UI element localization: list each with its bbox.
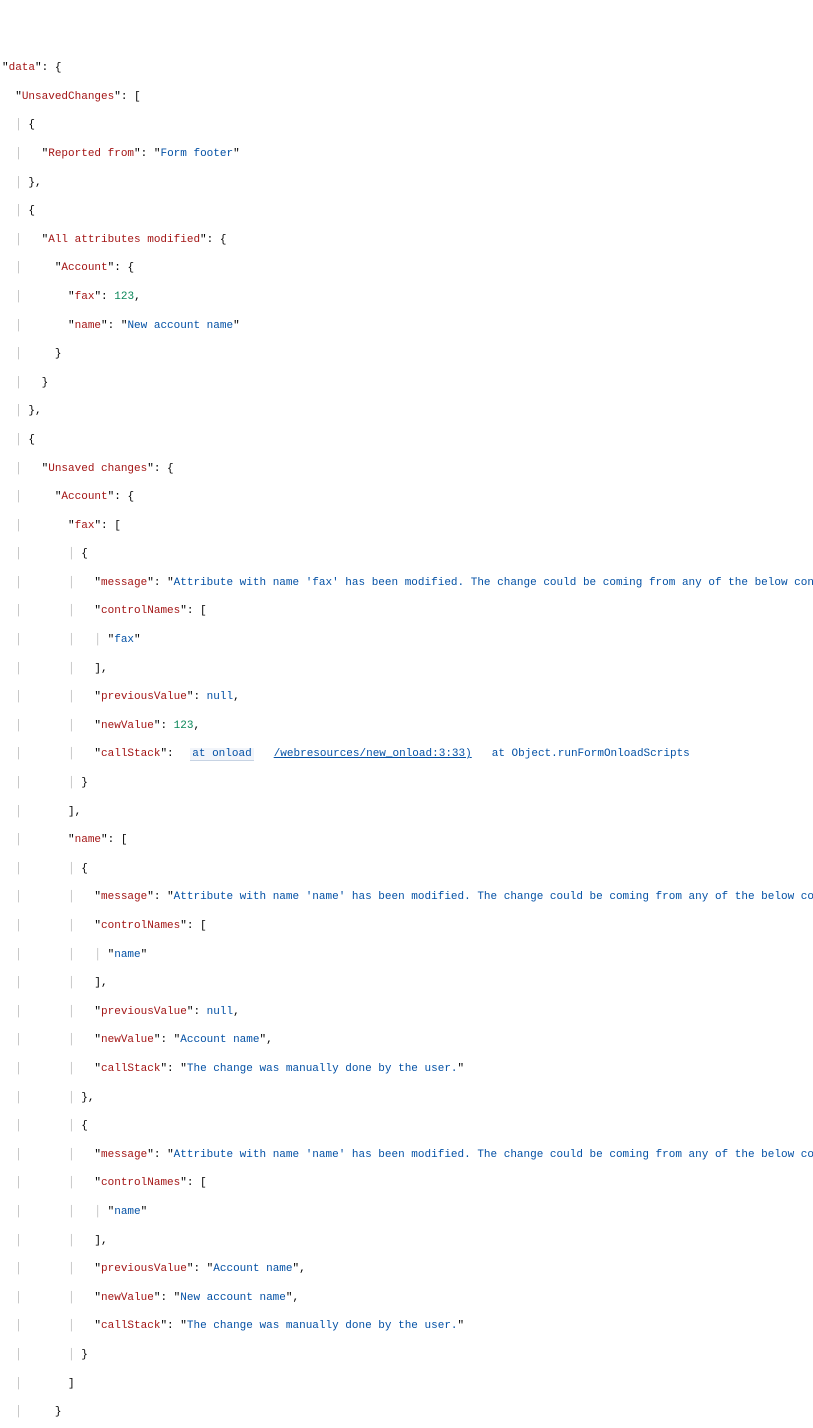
line: │ "Account": {	[2, 490, 811, 504]
key-newvalue: newValue	[101, 720, 154, 732]
line: │ {	[2, 433, 811, 447]
line: │ │ ],	[2, 662, 811, 676]
line: │ }	[2, 376, 811, 390]
key-message-2: message	[101, 891, 147, 903]
val-null: null	[207, 691, 233, 703]
val-newvalue-123: 123	[174, 720, 194, 732]
val-callstack-manual2: The change was manually done by the user…	[187, 1320, 458, 1332]
val-fax-123: 123	[114, 291, 134, 303]
key-prevvalue: previousValue	[101, 691, 187, 703]
line: │ ]	[2, 1377, 811, 1391]
line: │ │ "controlNames": [	[2, 1176, 811, 1190]
key-message: message	[101, 577, 147, 589]
val-newvalue-acc: Account name	[180, 1034, 259, 1046]
line: │ {	[2, 204, 811, 218]
line: │ "name": [	[2, 833, 811, 847]
callstack-part1: at onload	[190, 748, 253, 761]
line: "data": {	[2, 61, 811, 75]
key-prevvalue-3: previousValue	[101, 1263, 187, 1275]
val-name-msg2: Attribute with name 'name' has been modi…	[174, 1149, 813, 1161]
line: │ │ ],	[2, 1234, 811, 1248]
line: │ │ "message": "Attribute with name 'nam…	[2, 1148, 811, 1162]
line: │ │ },	[2, 1091, 811, 1105]
val-null-2: null	[207, 1006, 233, 1018]
line: │ },	[2, 176, 811, 190]
key-fax-2: fax	[75, 520, 95, 532]
line: │ │ }	[2, 776, 811, 790]
line: │ │ "previousValue": null,	[2, 1005, 811, 1019]
line: │ }	[2, 347, 811, 361]
line: "UnsavedChanges": [	[2, 90, 811, 104]
line: │ │ "newValue": "New account name",	[2, 1291, 811, 1305]
val-ctrl-name2: name	[114, 1206, 140, 1218]
line: │ │ │ "name"	[2, 1205, 811, 1219]
key-name: name	[75, 320, 101, 332]
line: │ }	[2, 1405, 811, 1419]
line: │ │ │ "fax"	[2, 633, 811, 647]
key-callstack: callStack	[101, 748, 160, 760]
val-fax-msg: Attribute with name 'fax' has been modif…	[174, 577, 813, 589]
key-account: Account	[61, 262, 107, 274]
key-fax: fax	[75, 291, 95, 303]
key-all-attrs-modified: All attributes modified	[48, 234, 200, 246]
line: │ │ "callStack": "The change was manuall…	[2, 1062, 811, 1076]
key-newvalue-2: newValue	[101, 1034, 154, 1046]
line: │ "Unsaved changes": {	[2, 462, 811, 476]
key-controlnames-3: controlNames	[101, 1177, 180, 1189]
key-data: data	[9, 62, 35, 74]
line: │ │ "message": "Attribute with name 'fax…	[2, 576, 811, 590]
line: │ {	[2, 118, 811, 132]
line: │ "Reported from": "Form footer"	[2, 147, 811, 161]
callstack-link[interactable]: /webresources/new_onload:3:33)	[274, 748, 472, 760]
line: │ │ "controlNames": [	[2, 604, 811, 618]
val-ctrl-name1: name	[114, 949, 140, 961]
val-new-account-name: New account name	[127, 320, 233, 332]
line: │ │ "message": "Attribute with name 'nam…	[2, 890, 811, 904]
key-account-2: Account	[61, 491, 107, 503]
val-ctrl-fax: fax	[114, 634, 134, 646]
key-callstack-2: callStack	[101, 1063, 160, 1075]
line: │ │ {	[2, 862, 811, 876]
json-viewer: "data": { "UnsavedChanges": [ │ { │ "Rep…	[0, 0, 813, 1428]
line: │ │ "controlNames": [	[2, 919, 811, 933]
line: │ │ "newValue": "Account name",	[2, 1033, 811, 1047]
line: │ │ {	[2, 1119, 811, 1133]
val-callstack-manual1: The change was manually done by the user…	[187, 1063, 458, 1075]
key-controlnames-2: controlNames	[101, 920, 180, 932]
key-unsavedchanges: UnsavedChanges	[22, 91, 114, 103]
line: │ "Account": {	[2, 261, 811, 275]
line: │ │ "previousValue": "Account name",	[2, 1262, 811, 1276]
line: │ │ {	[2, 547, 811, 561]
line: │ │ "callStack": "The change was manuall…	[2, 1319, 811, 1333]
line: │ "All attributes modified": {	[2, 233, 811, 247]
val-name-msg1: Attribute with name 'name' has been modi…	[174, 891, 813, 903]
key-name-2: name	[75, 834, 101, 846]
callstack-part2: at Object.runFormOnloadScripts	[492, 748, 690, 760]
line: │ "fax": 123,	[2, 290, 811, 304]
line: │ │ "newValue": 123,	[2, 719, 811, 733]
line: │ │ "callStack": at onload/webresources/…	[2, 747, 811, 761]
val-newvalue-newacc: New account name	[180, 1292, 286, 1304]
line: │ │ │ "name"	[2, 948, 811, 962]
key-reported-from: Reported from	[48, 148, 134, 160]
key-prevvalue-2: previousValue	[101, 1006, 187, 1018]
line: │ "fax": [	[2, 519, 811, 533]
line: │ │ "previousValue": null,	[2, 690, 811, 704]
key-newvalue-3: newValue	[101, 1292, 154, 1304]
key-controlnames: controlNames	[101, 605, 180, 617]
key-unsaved-changes: Unsaved changes	[48, 463, 147, 475]
line: │ │ }	[2, 1348, 811, 1362]
line: │ "name": "New account name"	[2, 319, 811, 333]
val-reported-from: Form footer	[160, 148, 233, 160]
key-message-3: message	[101, 1149, 147, 1161]
line: │ ],	[2, 805, 811, 819]
line: │ │ ],	[2, 976, 811, 990]
line: │ },	[2, 404, 811, 418]
val-prev-acc: Account name	[213, 1263, 292, 1275]
key-callstack-3: callStack	[101, 1320, 160, 1332]
